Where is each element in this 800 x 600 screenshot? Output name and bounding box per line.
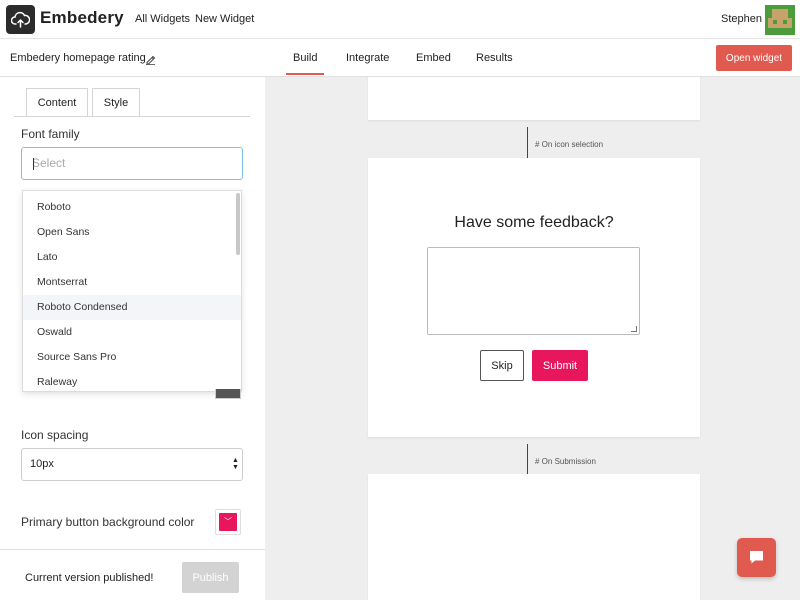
icon-spacing-select[interactable]: 10px	[21, 448, 243, 481]
dropdown-scrollbar[interactable]	[236, 193, 240, 255]
primary-bg-color-picker[interactable]: ﹀	[215, 509, 241, 535]
cloud-upload-icon[interactable]	[6, 5, 35, 34]
nav-link-new-widget[interactable]: New Widget	[195, 13, 254, 25]
publish-status: Current version published!	[25, 572, 154, 584]
previous-step-card[interactable]	[368, 77, 700, 120]
font-family-select[interactable]: Select	[21, 147, 243, 180]
font-option-raleway[interactable]: Raleway	[23, 370, 241, 391]
panel-tabs-divider	[14, 116, 250, 117]
select-arrows-icon: ▲ ▼	[232, 457, 239, 471]
top-nav: Embedery All Widgets New Widget Stephen	[0, 0, 800, 39]
on-submission-label: # On Submission	[535, 457, 596, 466]
skip-button[interactable]: Skip	[480, 350, 524, 381]
feedback-question: Have some feedback?	[454, 214, 614, 231]
font-option-roboto[interactable]: Roboto	[23, 195, 241, 220]
on-icon-selection-label: # On icon selection	[535, 140, 604, 149]
font-family-dropdown: Roboto Open Sans Lato Montserrat Roboto …	[22, 190, 242, 392]
font-option-open-sans[interactable]: Open Sans	[23, 220, 241, 245]
panel-footer-divider	[0, 549, 265, 550]
font-option-montserrat[interactable]: Montserrat	[23, 270, 241, 295]
avatar[interactable]	[765, 5, 795, 35]
tab-content[interactable]: Content	[26, 88, 88, 117]
chat-support-button[interactable]	[737, 538, 776, 577]
style-panel: Content Style Font family Select Roboto …	[0, 77, 265, 600]
step-connector	[527, 127, 528, 158]
widget-header: Embedery homepage rating Build Integrate…	[0, 39, 800, 77]
resize-handle-icon[interactable]	[631, 326, 637, 332]
tab-integrate[interactable]: Integrate	[346, 52, 389, 64]
preview-canvas: # On icon selection Have some feedback? …	[265, 77, 800, 600]
chevron-down-icon: ﹀	[219, 513, 237, 531]
tab-embed[interactable]: Embed	[416, 52, 451, 64]
active-tab-indicator	[286, 73, 324, 75]
user-name[interactable]: Stephen	[721, 13, 762, 25]
feedback-textarea[interactable]	[427, 247, 640, 335]
font-option-oswald[interactable]: Oswald	[23, 320, 241, 345]
submit-button[interactable]: Submit	[532, 350, 588, 381]
widget-title: Embedery homepage rating	[10, 52, 146, 64]
tab-style[interactable]: Style	[92, 88, 140, 117]
partially-hidden-swatch[interactable]	[215, 389, 241, 399]
tab-results[interactable]: Results	[476, 52, 513, 64]
primary-bg-color-label: Primary button background color	[21, 515, 195, 529]
step-connector	[527, 444, 528, 474]
nav-link-all-widgets[interactable]: All Widgets	[135, 13, 190, 25]
pencil-edit-icon[interactable]	[145, 52, 156, 70]
publish-button[interactable]: Publish	[182, 562, 239, 593]
feedback-step-card[interactable]: Have some feedback? Skip Submit	[368, 158, 700, 437]
icon-spacing-label: Icon spacing	[21, 428, 89, 442]
font-option-roboto-condensed[interactable]: Roboto Condensed	[23, 295, 241, 320]
chat-bubble-icon	[750, 551, 763, 564]
font-option-lato[interactable]: Lato	[23, 245, 241, 270]
submission-step-card[interactable]	[368, 474, 700, 600]
brand-name[interactable]: Embedery	[40, 8, 124, 28]
open-widget-button[interactable]: Open widget	[716, 45, 792, 71]
text-caret	[33, 158, 34, 170]
font-option-source-sans-pro[interactable]: Source Sans Pro	[23, 345, 241, 370]
font-family-label: Font family	[21, 127, 80, 141]
tab-build[interactable]: Build	[293, 52, 317, 64]
